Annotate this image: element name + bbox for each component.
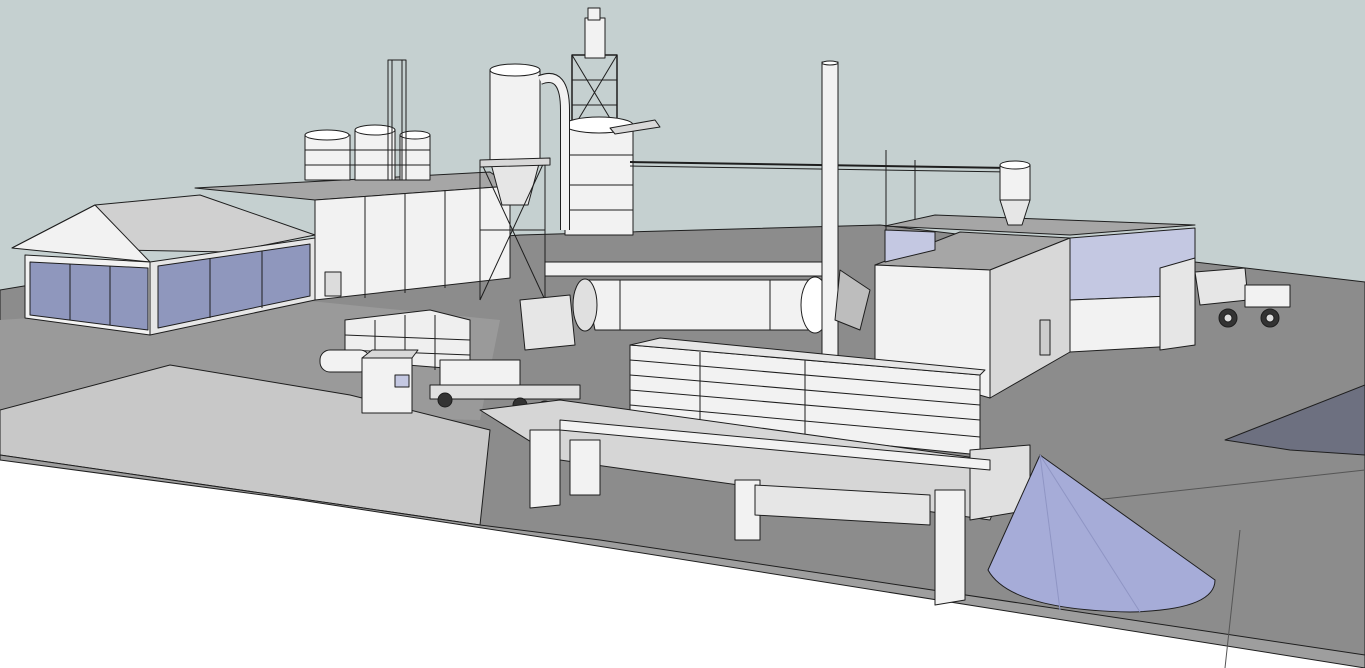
gatehouse [361,349,419,414]
dust-collector [999,160,1031,226]
scene-viewport [0,0,1365,668]
plant-model-render [0,0,1365,668]
